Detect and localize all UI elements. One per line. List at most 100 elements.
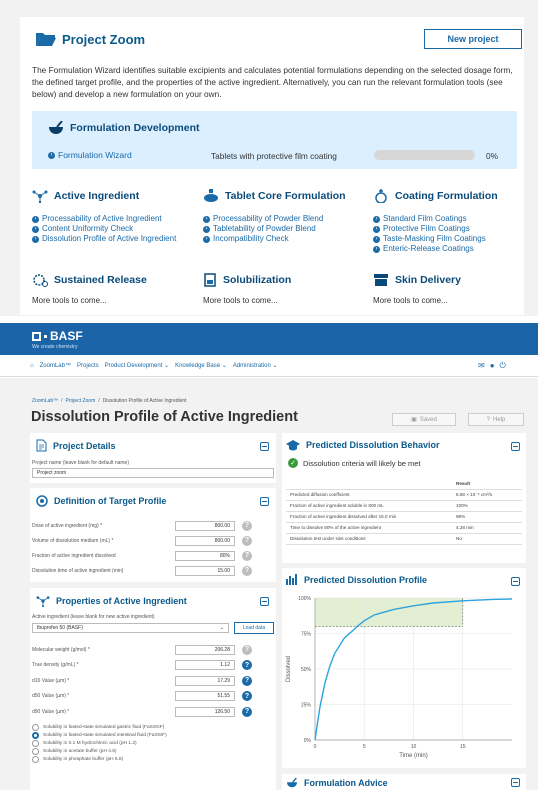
more-tools-text: More tools to come... [203,296,278,305]
volume-input[interactable]: 800.00 [175,535,235,546]
nav-product-development[interactable]: Product Development ⌄ [105,362,169,369]
collapse-formulation-advice-button[interactable] [511,778,520,787]
active-ingredient-select[interactable]: Ibuprofen 50 (BASF) ⌄ [32,623,229,633]
help-icon[interactable]: ? [242,535,252,546]
user-icon[interactable]: ● [490,361,495,371]
nav-zoomlab[interactable]: ZoomLab™ [40,363,71,369]
y-tick-label: 0% [304,738,312,744]
radio-label: Solubility in 0.1 M hydrochloric acid (p… [43,740,137,746]
radio-hcl[interactable]: Solubility in 0.1 M hydrochloric acid (p… [32,739,167,747]
page-title: Project Zoom [62,32,146,47]
radio-label: Solubility in acetate buffer (pH 4.5) [43,748,117,754]
help-icon[interactable]: ? [242,550,252,561]
nav-knowledge-base[interactable]: Knowledge Base ⌄ [175,362,227,369]
power-icon[interactable]: ⏻ [500,361,506,371]
help-label: Help [493,416,506,423]
formulation-development-box: Formulation Development › Formulation Wi… [32,111,517,169]
table-cell: No [452,533,522,545]
radio-button[interactable] [32,723,39,731]
radio-button[interactable] [32,755,39,763]
breadcrumb-separator: / [98,398,100,404]
fraction-input[interactable]: 80% [175,550,235,561]
breadcrumb-project[interactable]: Project Zoom [66,398,96,404]
dose-input[interactable]: 800.00 [175,520,235,531]
molecule-icon [36,596,50,607]
table-row: Fraction of active ingredient soluble in… [286,500,522,512]
mortar-icon [48,120,64,135]
radio-button-selected[interactable] [32,731,39,739]
tool-skin-delivery-title: Skin Delivery [373,273,461,287]
app-header: BASF We create chemistry [0,323,538,355]
field-label: Volume of dissolution medium (mL) * [32,537,114,544]
link-tabletability-powder-blend[interactable]: › Tabletability of Powder Blend [203,224,368,234]
d50-input[interactable]: 51.55 [175,691,235,702]
nav-projects[interactable]: Projects [77,363,99,369]
link-standard-film-coatings[interactable]: › Standard Film Coatings [373,214,523,224]
table-row: Time to dissolve 80% of the active ingre… [286,522,522,534]
project-name-input[interactable]: Project zoom [32,468,274,478]
link-processability-active-ingredient[interactable]: › Processability of Active Ingredient [32,214,197,224]
help-icon[interactable]: ? [242,706,252,717]
field-row: Volume of dissolution medium (mL) * 800.… [32,533,276,548]
help-icon[interactable]: ? [242,675,252,686]
formulation-wizard-link[interactable]: › Formulation Wizard [48,150,132,160]
collapse-properties-button[interactable] [260,597,269,606]
radio-phosphate[interactable]: Solubility in phosphate buffer (pH 6.8) [32,755,167,763]
nav-label: Product Development [104,363,163,369]
radio-fassif[interactable]: Solubility in fasted-state simulated int… [32,731,167,739]
link-taste-masking-film-coatings[interactable]: › Taste-Masking Film Coatings [373,234,523,244]
table-cell: Fraction of active ingredient dissolved … [286,511,452,523]
link-content-uniformity-check[interactable]: › Content Uniformity Check [32,224,197,234]
table-header-cell [286,478,452,490]
nav-administration[interactable]: Administration ⌄ [233,362,278,369]
mail-icon[interactable]: ✉ [478,361,485,371]
help-button[interactable]: ? Help [468,413,524,426]
d10-input[interactable]: 17.29 [175,675,235,686]
help-icon: ? [486,416,490,423]
home-icon[interactable]: ⌂ [30,363,34,369]
help-icon[interactable]: ? [242,565,252,576]
link-label: Protective Film Coatings [383,224,470,233]
collapse-project-details-button[interactable] [260,442,269,451]
help-icon[interactable]: ? [242,644,252,655]
table-cell: Dissolution test under sink conditions [286,533,452,545]
molecular-weight-input[interactable]: 206.28 [175,644,235,655]
chevron-right-icon: › [373,235,380,243]
tool-coating-title: Coating Formulation [373,189,523,203]
link-label: Dissolution Profile of Active Ingredient [42,234,177,243]
chevron-right-icon: › [203,215,210,223]
link-incompatibility-check[interactable]: › Incompatibility Check [203,234,368,244]
predicted-profile-label: Predicted Dissolution Profile [304,574,428,585]
table-row: Dissolution test under sink conditions No [286,533,522,545]
new-project-button[interactable]: New project [424,29,522,49]
radio-button[interactable] [32,747,39,755]
table-cell: Predicted diffusion coefficient [286,489,452,501]
load-data-button[interactable]: Load data [234,622,274,634]
radio-button[interactable] [32,739,39,747]
collapse-predicted-behavior-button[interactable] [511,442,520,451]
link-enteric-release-coatings[interactable]: › Enteric-Release Coatings [373,244,523,254]
help-icon[interactable]: ? [242,691,252,702]
link-protective-film-coatings[interactable]: › Protective Film Coatings [373,224,523,234]
breadcrumb-zoomlab[interactable]: ZoomLab™ [32,398,58,404]
formulation-advice-title: Formulation Advice [286,778,388,788]
collapse-target-profile-button[interactable] [260,497,269,506]
true-density-input[interactable]: 1.12 [175,660,235,671]
collapse-predicted-profile-button[interactable] [511,577,520,586]
table-row: Predicted diffusion coefficient 8.88 × 10… [286,489,522,501]
chevron-right-icon: › [32,215,39,223]
link-processability-powder-blend[interactable]: › Processability of Powder Blend [203,214,368,224]
nav-bar: ⌂ ZoomLab™ Projects Product Development … [0,355,538,377]
radio-fassgf[interactable]: Solubility in fasted-state simulated gas… [32,723,167,731]
help-icon[interactable]: ? [242,660,252,671]
saved-label: Saved [419,416,437,423]
dissolution-page-title: Dissolution Profile of Active Ingredient [31,409,298,425]
d90-input[interactable]: 126.50 [175,706,235,717]
saved-button[interactable]: ▣ Saved [392,413,456,426]
dissolution-time-input[interactable]: 15.00 [175,565,235,576]
y-tick-label: 75% [301,632,312,638]
radio-acetate[interactable]: Solubility in acetate buffer (pH 4.5) [32,747,167,755]
link-dissolution-profile[interactable]: › Dissolution Profile of Active Ingredien… [32,234,197,244]
help-icon[interactable]: ? [242,520,252,531]
mortar-icon [287,778,297,788]
